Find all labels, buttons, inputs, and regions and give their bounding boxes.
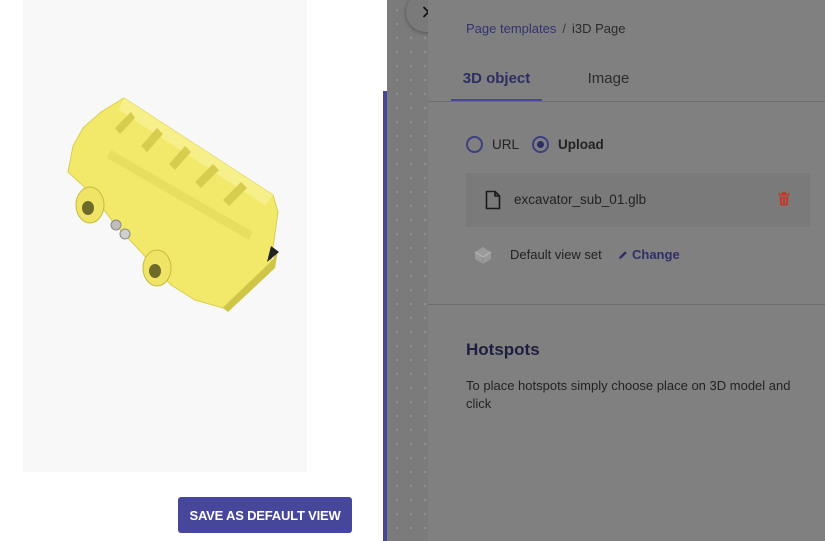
tab-3d-object[interactable]: 3D object (451, 60, 542, 102)
change-link-label: Change (632, 247, 680, 262)
model-viewer[interactable] (23, 0, 307, 472)
viewer-pane: SAVE AS DEFAULT VIEW (0, 0, 384, 541)
excavator-bucket-model[interactable] (23, 0, 307, 472)
radio-label: URL (492, 137, 520, 152)
hotspots-heading: Hotspots (466, 340, 540, 359)
file-icon (485, 190, 501, 210)
trash-icon[interactable] (778, 192, 790, 206)
default-view-status: Default view set (510, 247, 602, 262)
change-view-link[interactable]: Change (618, 247, 680, 262)
radio-label: Upload (558, 137, 604, 152)
radio-button[interactable] (466, 136, 483, 153)
pencil-icon (619, 250, 627, 259)
divider (428, 304, 825, 305)
hotspots-description: To place hotspots simply choose place on… (466, 378, 791, 411)
divider (428, 101, 825, 102)
save-as-default-view-button[interactable]: SAVE AS DEFAULT VIEW (178, 497, 352, 533)
breadcrumb-current: i3D Page (571, 21, 626, 36)
breadcrumb-link-page-templates[interactable]: Page templates (466, 21, 556, 36)
source-option-url[interactable]: URL (466, 136, 519, 153)
source-option-upload[interactable]: Upload (532, 136, 604, 153)
canvas-grid-strip (387, 0, 428, 541)
uploaded-file-row: excavator_sub_01.glb (466, 173, 810, 227)
breadcrumb-separator: / (562, 21, 566, 36)
view-thumbnail-icon (474, 247, 492, 264)
editor-panel: Page templates / i3D Page 3D object Image … (428, 0, 825, 541)
tab-image[interactable]: Image (581, 60, 636, 102)
breadcrumb: Page templates / i3D Page (466, 21, 625, 36)
radio-button[interactable] (532, 136, 549, 153)
file-name: excavator_sub_01.glb (514, 192, 647, 207)
